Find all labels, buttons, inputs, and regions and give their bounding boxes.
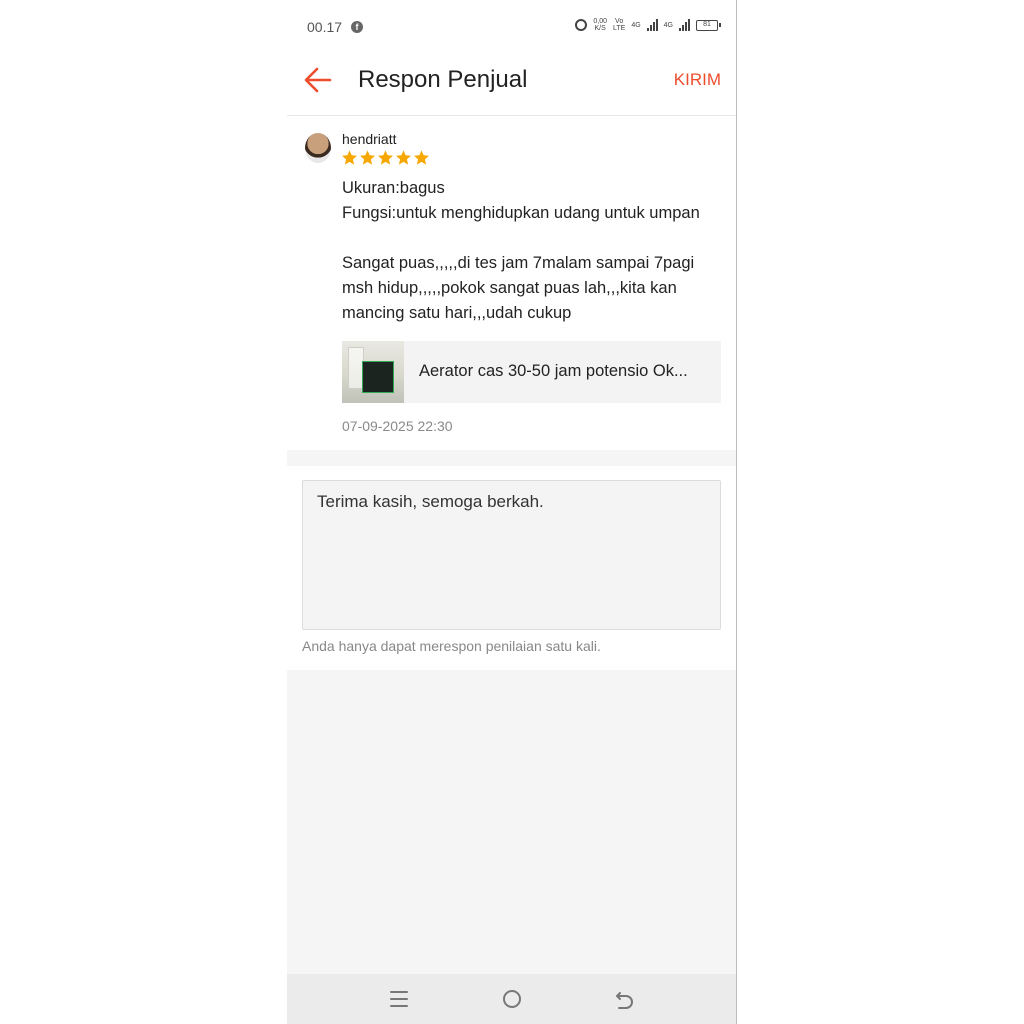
- app-header: Respon Penjual KIRIM: [287, 56, 736, 116]
- product-chip[interactable]: Aerator cas 30-50 jam potensio Ok...: [342, 341, 721, 403]
- star-icon: [360, 150, 375, 165]
- volte-top: Vo: [615, 18, 624, 25]
- status-bar: 00.17 f 0,00 K/S Vo LTE 4G 4G 81: [287, 0, 736, 56]
- page-title: Respon Penjual: [358, 66, 528, 93]
- star-icon: [414, 150, 429, 165]
- volte-bottom: LTE: [612, 25, 626, 32]
- battery-icon: 81: [696, 19, 721, 31]
- volte-indicator: Vo LTE: [613, 18, 625, 32]
- nav-bar: [287, 974, 736, 1024]
- response-section: Terima kasih, semoga berkah. Anda hanya …: [287, 466, 736, 670]
- send-button[interactable]: KIRIM: [674, 70, 721, 90]
- facebook-icon: f: [351, 21, 363, 33]
- net-speed-unit: K/S: [594, 25, 606, 32]
- response-input[interactable]: Terima kasih, semoga berkah.: [302, 480, 721, 630]
- product-thumbnail: [342, 341, 404, 403]
- signal-2-label: 4G: [663, 21, 673, 29]
- avatar: [305, 133, 331, 163]
- net-speed: 0,00 K/S: [593, 18, 607, 32]
- star-icon: [378, 150, 393, 165]
- signal-bars-1-icon: [646, 19, 658, 31]
- signal-2: 4G: [664, 22, 673, 29]
- back-arrow-icon[interactable]: [303, 66, 333, 94]
- product-name: Aerator cas 30-50 jam potensio Ok...: [419, 362, 688, 380]
- alarm-icon: [575, 19, 588, 31]
- status-icons: 0,00 K/S Vo LTE 4G 4G 81: [575, 18, 721, 32]
- signal-1: 4G: [631, 22, 640, 29]
- rating-stars: [341, 149, 430, 166]
- star-icon: [342, 150, 357, 165]
- review-text: Ukuran:bagus Fungsi:untuk menghidupkan u…: [342, 179, 700, 322]
- menu-icon[interactable]: [390, 988, 408, 1010]
- status-time: 00.17: [307, 19, 343, 35]
- thumb-box: [362, 361, 394, 393]
- home-icon[interactable]: [501, 988, 523, 1010]
- review-date: 07-09-2025 22:30: [342, 418, 453, 434]
- net-speed-value: 0,00: [593, 18, 607, 25]
- phone-screen: 00.17 f 0,00 K/S Vo LTE 4G 4G 81 Respon …: [287, 0, 737, 1024]
- back-icon[interactable]: [614, 988, 636, 1010]
- review-card: hendriatt Ukuran:bagus Fungsi:untuk meng…: [287, 116, 736, 450]
- star-icon: [396, 150, 411, 165]
- response-hint: Anda hanya dapat merespon penilaian satu…: [302, 638, 601, 654]
- reviewer-name: hendriatt: [342, 131, 397, 147]
- signal-1-label: 4G: [631, 21, 641, 29]
- signal-bars-2-icon: [679, 19, 690, 31]
